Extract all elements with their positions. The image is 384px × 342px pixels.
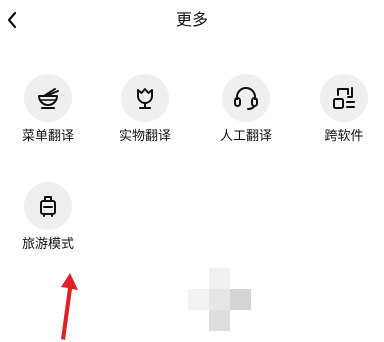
suitcase-icon xyxy=(40,196,56,217)
tile-label: 实物翻译 xyxy=(118,129,171,144)
tile-label: 旅游模式 xyxy=(21,237,74,252)
tile-menu-translate[interactable]: 菜单翻译 xyxy=(8,74,88,154)
loader-square xyxy=(209,310,230,331)
tile-label: 菜单翻译 xyxy=(21,129,74,144)
bowl-icon xyxy=(38,88,59,109)
headset-icon xyxy=(234,87,258,110)
red-arrow-annotation xyxy=(61,273,78,340)
loading-placeholder xyxy=(188,268,252,332)
tile-cross-app[interactable]: 跨软件 xyxy=(304,74,384,154)
loader-square xyxy=(209,289,230,310)
tulip-icon xyxy=(137,88,153,109)
loader-square xyxy=(230,289,251,310)
tile-icon-circle xyxy=(24,182,72,230)
tile-label: 跨软件 xyxy=(324,129,364,144)
tile-object-translate[interactable]: 实物翻译 xyxy=(105,74,185,154)
tile-icon-circle xyxy=(24,74,72,122)
tile-icon-circle xyxy=(121,74,169,122)
loader-square xyxy=(209,268,230,289)
tile-icon-circle xyxy=(222,74,270,122)
loader-square xyxy=(188,289,209,310)
apps-icon xyxy=(333,87,355,109)
tile-label: 人工翻译 xyxy=(219,129,272,144)
tile-icon-circle xyxy=(320,74,368,122)
tile-human-translate[interactable]: 人工翻译 xyxy=(206,74,286,154)
page-title: 更多 xyxy=(175,10,208,29)
tile-travel-mode[interactable]: 旅游模式 xyxy=(8,182,88,262)
top-bar: 更多 xyxy=(0,0,384,40)
